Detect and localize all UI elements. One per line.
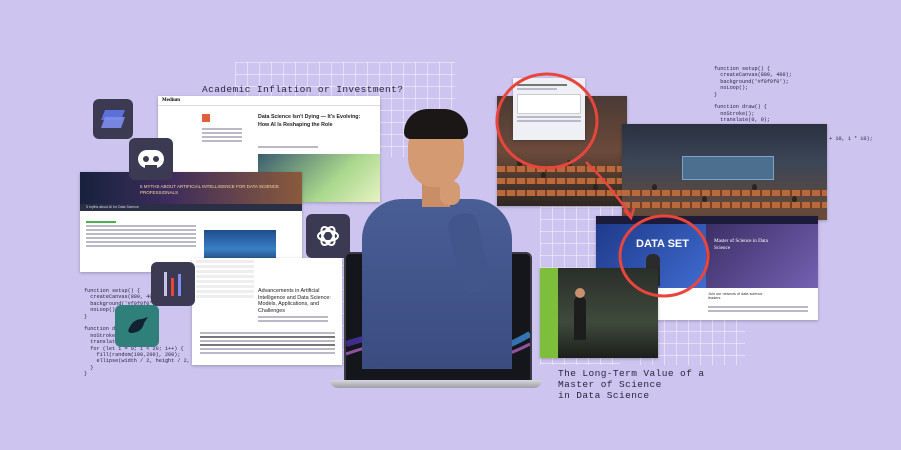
program-heading: Master of Science in Data Science (714, 238, 768, 251)
paper-card[interactable]: Advancements in Artificial Intelligence … (192, 258, 342, 365)
man-hand (440, 181, 460, 205)
banner-card[interactable]: 5 MYTHS ABOUT ARTIFICIAL INTELLIGENCE FO… (80, 172, 302, 272)
headline-bottom: The Long-Term Value of a Master of Scien… (558, 368, 704, 401)
bird-icon[interactable] (115, 305, 159, 347)
paper-left-margin (196, 258, 254, 298)
course-page-screenshot[interactable] (513, 78, 585, 140)
headline-bottom-line-1: The Long-Term Value of a (558, 368, 705, 379)
article-site-name: Medium (162, 98, 181, 103)
auditorium-screen (682, 156, 774, 180)
slide-title: DATA SET (636, 238, 689, 250)
laptop-base (330, 380, 542, 388)
layers-icon[interactable] (93, 99, 133, 139)
program-page-nav (596, 216, 818, 224)
man-hair (404, 109, 468, 139)
man-figure (362, 95, 512, 375)
headline-bottom-line-2: Master of Science (558, 379, 662, 390)
article-author-avatar (202, 114, 210, 122)
banner-title: 5 MYTHS ABOUT ARTIFICIAL INTELLIGENCE FO… (140, 184, 280, 195)
auditorium-photo (622, 124, 827, 220)
speaker-photo (540, 268, 658, 358)
robot-icon[interactable] (129, 138, 173, 180)
paper-title: Advancements in Artificial Intelligence … (258, 288, 331, 314)
headline-bottom-line-3: in Data Science (558, 390, 650, 401)
headline-top: Academic Inflation or Investment? (202, 84, 404, 95)
program-subheading: Join our network of data science leaders (708, 292, 763, 300)
article-title: Data Science Isn't Dying — It's Evolving… (258, 114, 361, 128)
banner-image: 5 MYTHS ABOUT ARTIFICIAL INTELLIGENCE FO… (80, 172, 302, 204)
chart-bars-icon[interactable] (151, 262, 195, 306)
banner-subtitle: 5 myths about AI for Data Science (80, 204, 302, 211)
man-shirt (362, 199, 512, 369)
